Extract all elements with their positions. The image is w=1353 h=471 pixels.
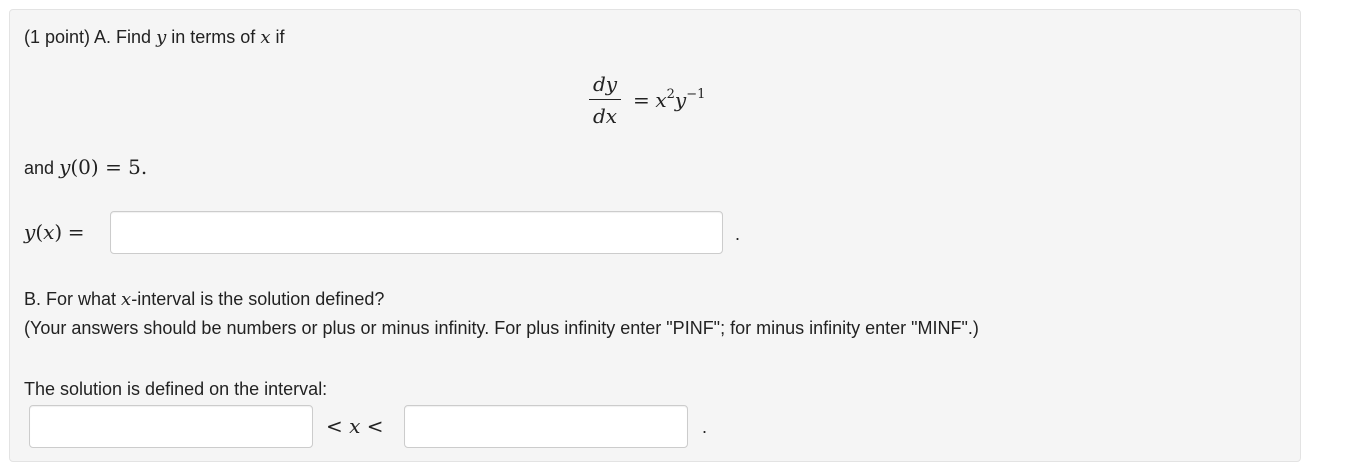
answer-label: y(x) = [24,220,85,244]
part-b-instructions: (Your answers should be numbers or plus … [24,318,979,338]
in-terms-of-text: in terms of [171,27,256,47]
answer-eq: = [67,220,85,244]
var-x: x [260,27,271,48]
rhs-x-exponent: 2 [666,87,675,102]
answer-suffix: . [735,224,741,244]
part-b-var: x [121,289,132,310]
interval-label: The solution is defined on the interval: [24,379,328,399]
initial-condition: and y(0) = 5. [24,155,147,179]
var-y: y [156,27,167,48]
fraction-bar [589,99,621,100]
inequality-text: < x < [326,414,384,438]
upper-bound-input[interactable] [404,405,688,448]
lower-bound-input[interactable] [29,405,313,448]
initial-rest: (0) = 5. [70,155,148,179]
part-b-question: B. For what x-interval is the solution d… [24,289,384,310]
y-of-x-input[interactable] [110,211,723,254]
answer-fn: y [24,220,36,244]
part-a-intro: (1 point) A. Find [24,27,152,47]
if-text: if [275,27,285,47]
part-a-question: (1 point) A. Find y in terms of x if [24,27,285,48]
fraction-numerator: dy [592,72,618,96]
initial-prefix: and [24,158,55,178]
initial-fn: y [59,155,71,179]
derivative-fraction: dy dx [589,72,621,128]
interval-suffix: . [702,417,708,437]
equation-equals: = [633,88,650,112]
equation-rhs: = x2y−1 [633,88,705,113]
part-b-suffix: -interval is the solution defined? [131,289,385,309]
answer-arg: x [43,220,55,244]
part-b-prefix: B. For what [24,289,117,309]
fraction-denominator: dx [592,104,618,128]
rhs-y-exponent: −1 [686,87,706,102]
inequality-symbols: < x < [326,414,384,438]
rhs-x: x [655,88,667,112]
rhs-y: y [674,88,687,112]
